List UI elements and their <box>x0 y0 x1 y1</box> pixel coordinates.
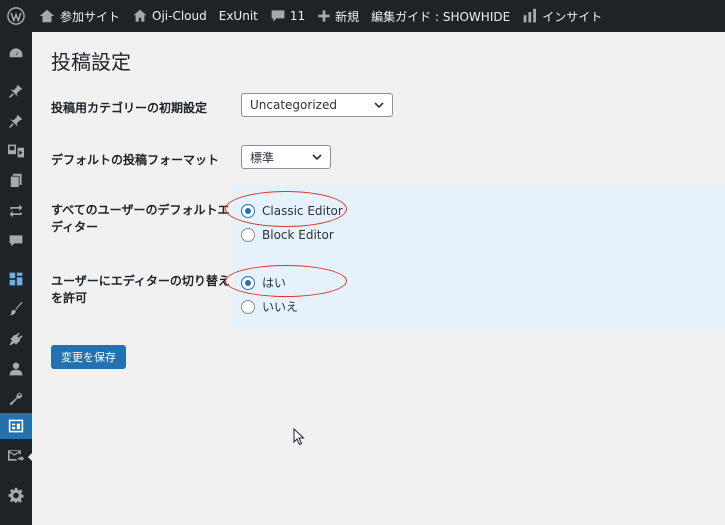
block-editor-label: Block Editor <box>262 228 334 242</box>
default-category-select[interactable]: Uncategorized <box>241 93 393 117</box>
new-content-menu[interactable]: 新規 <box>311 0 365 32</box>
allow-no-label: いいえ <box>262 300 299 314</box>
mail-arrow-icon <box>8 450 24 462</box>
edit-guide-label: 編集ガイド : SHOWHIDE <box>371 9 511 24</box>
comment-icon <box>271 10 285 22</box>
brush-icon <box>9 301 23 316</box>
menu-links[interactable] <box>0 199 32 223</box>
blocks-icon <box>9 272 23 286</box>
menu-posts[interactable] <box>0 79 32 103</box>
menu-settings-current[interactable] <box>0 413 32 439</box>
menu-dashboard[interactable] <box>0 42 32 66</box>
default-format-select[interactable]: 標準 <box>241 145 331 169</box>
annotation-circle-classic <box>225 191 347 227</box>
menu-plugins[interactable] <box>0 327 32 351</box>
wordpress-icon <box>7 7 25 25</box>
menu-comments[interactable] <box>0 229 32 253</box>
repeat-icon <box>9 204 23 218</box>
comments-count: 11 <box>289 9 306 23</box>
menu-tools[interactable] <box>0 387 32 411</box>
annotation-circle-yes <box>225 265 347 297</box>
site-home-label: Oji-Cloud <box>152 9 207 23</box>
wrench-icon <box>9 392 23 406</box>
plugin-icon <box>9 332 23 346</box>
main-content: 投稿設定 投稿用カテゴリーの初期設定 Uncategorized デフォルトの投… <box>32 32 725 525</box>
page-title: 投稿設定 <box>51 50 131 74</box>
chevron-down-icon <box>312 154 322 161</box>
exunit-menu[interactable]: ExUnit <box>213 0 264 32</box>
default-format-label: デフォルトの投稿フォーマット <box>51 153 220 167</box>
menu-mail[interactable] <box>0 443 32 467</box>
insight-label: インサイト <box>542 9 603 24</box>
menu-media[interactable] <box>0 139 32 163</box>
radio-block-editor[interactable]: Block Editor <box>241 228 334 242</box>
comments-menu[interactable]: 11 <box>264 0 311 32</box>
menu-posts-alt[interactable] <box>0 109 32 133</box>
insight-menu[interactable]: インサイト <box>516 0 608 32</box>
allow-switch-label: ユーザーにエディターの切り替えを許可 <box>51 274 230 305</box>
new-content-label: 新規 <box>335 9 360 24</box>
comment-icon <box>9 235 23 247</box>
wordpress-logo-button[interactable] <box>0 0 32 32</box>
bar-chart-icon <box>523 8 537 23</box>
menu-users[interactable] <box>0 357 32 381</box>
pin-icon <box>9 84 23 98</box>
default-category-label: 投稿用カテゴリーの初期設定 <box>51 101 208 115</box>
gear-icon <box>8 487 24 503</box>
media-icon <box>8 144 24 158</box>
default-editor-label: すべてのユーザーのデフォルトエディター <box>51 203 230 234</box>
default-format-value: 標準 <box>250 150 275 165</box>
settings-page-icon <box>8 419 24 433</box>
mouse-cursor-icon <box>293 428 305 446</box>
edit-guide-menu[interactable]: 編集ガイド : SHOWHIDE <box>365 0 516 32</box>
menu-appearance[interactable] <box>0 297 32 321</box>
menu-pages[interactable] <box>0 169 32 193</box>
chevron-down-icon <box>374 102 384 109</box>
plus-icon <box>318 10 330 22</box>
admin-bar: 参加サイト Oji-Cloud ExUnit 11 新規 編集ガイド : SHO… <box>0 0 725 32</box>
pages-icon <box>10 173 22 188</box>
menu-appearance-blocks[interactable] <box>0 267 32 291</box>
radio-allow-no[interactable]: いいえ <box>241 298 298 315</box>
my-sites-menu[interactable]: 参加サイト <box>32 0 126 32</box>
home-icon <box>133 9 147 22</box>
my-sites-label: 参加サイト <box>60 9 121 24</box>
user-icon <box>9 362 23 376</box>
admin-sidebar <box>0 32 34 525</box>
exunit-label: ExUnit <box>218 9 258 23</box>
default-category-value: Uncategorized <box>250 98 337 112</box>
home-network-icon <box>39 9 55 23</box>
save-changes-button[interactable]: 変更を保存 <box>51 345 126 369</box>
dashboard-icon <box>9 48 23 58</box>
site-home-menu[interactable]: Oji-Cloud <box>126 0 213 32</box>
menu-settings-gear[interactable] <box>0 483 32 507</box>
radio-button[interactable] <box>241 228 255 242</box>
radio-button[interactable] <box>241 299 255 314</box>
pin-icon <box>9 114 23 128</box>
